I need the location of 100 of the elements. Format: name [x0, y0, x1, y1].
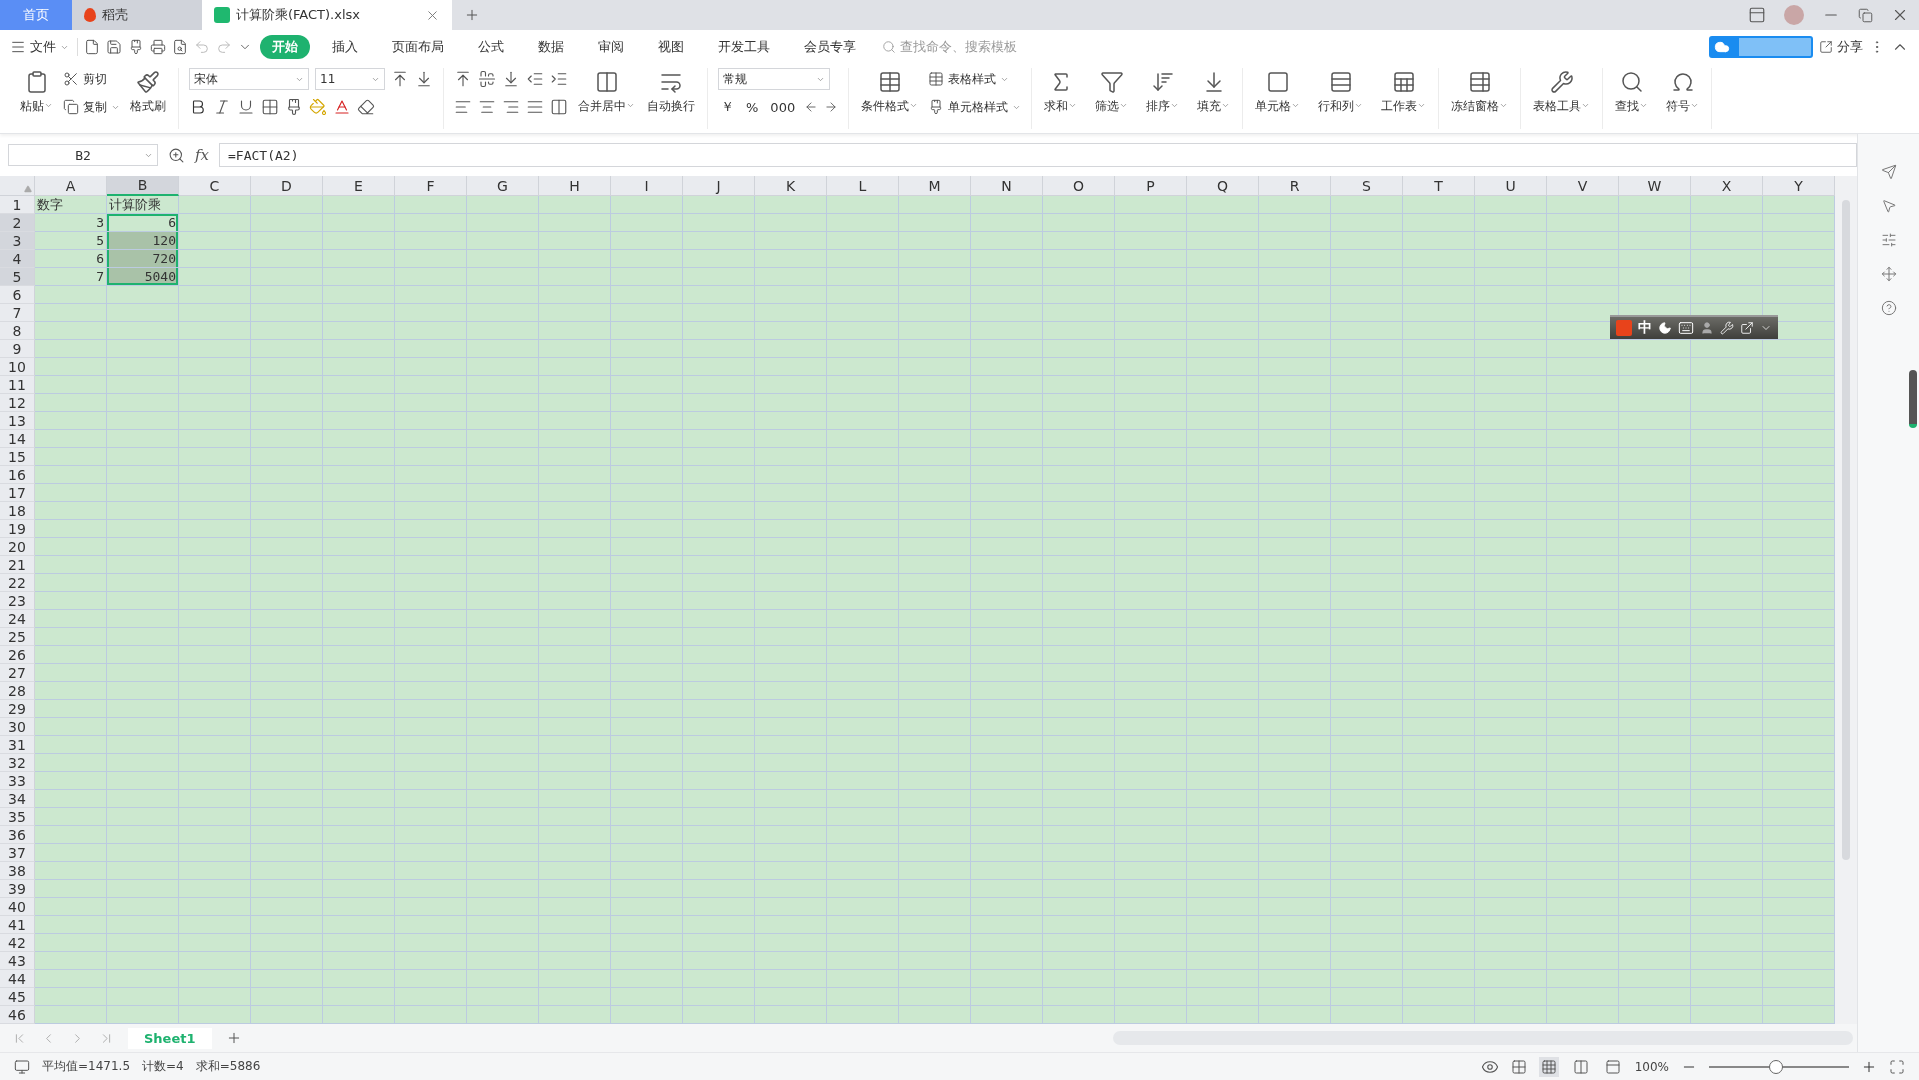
align-bottom-icon[interactable] — [502, 70, 520, 88]
column-header[interactable]: N — [971, 176, 1043, 196]
cut-button[interactable]: 剪切 — [63, 68, 120, 90]
move-icon[interactable] — [1880, 266, 1897, 282]
row-header[interactable]: 19 — [0, 520, 35, 538]
row-header[interactable]: 25 — [0, 628, 35, 646]
indent-icon[interactable] — [550, 70, 568, 88]
tool-button[interactable]: 排序 — [1144, 68, 1182, 117]
row-header[interactable]: 30 — [0, 718, 35, 736]
column-header[interactable]: F — [395, 176, 467, 196]
format-painter-button[interactable]: 格式刷 — [128, 68, 168, 117]
row-header[interactable]: 1 — [0, 196, 35, 214]
column-header[interactable]: Y — [1763, 176, 1835, 196]
menu-tab[interactable]: 开发工具 — [706, 35, 782, 59]
row-header[interactable]: 26 — [0, 646, 35, 664]
row-header[interactable]: 33 — [0, 772, 35, 790]
row-header[interactable]: 40 — [0, 898, 35, 916]
row-header[interactable]: 21 — [0, 556, 35, 574]
row-header[interactable]: 27 — [0, 664, 35, 682]
distribute-icon[interactable] — [550, 98, 568, 116]
align-left-icon[interactable] — [454, 98, 472, 116]
paste-button[interactable]: 粘贴 — [18, 68, 55, 117]
save-icon[interactable] — [106, 39, 122, 55]
row-header[interactable]: 38 — [0, 862, 35, 880]
number-format-select[interactable]: 常规 — [718, 68, 830, 90]
copy-button[interactable]: 复制 — [63, 96, 120, 118]
column-header[interactable]: J — [683, 176, 755, 196]
print-icon[interactable] — [150, 39, 166, 55]
row-header[interactable]: 24 — [0, 610, 35, 628]
help-icon[interactable] — [1880, 300, 1897, 316]
zoom-icon[interactable] — [168, 146, 185, 164]
menu-tab[interactable]: 公式 — [466, 35, 516, 59]
tool-button[interactable]: 冻结窗格 — [1449, 68, 1511, 117]
row-header[interactable]: 35 — [0, 808, 35, 826]
tool-button[interactable]: 工作表 — [1379, 68, 1429, 117]
font-color-icon[interactable] — [333, 98, 351, 116]
number-format-button[interactable]: % — [743, 99, 762, 115]
number-format-button[interactable]: ￥ — [718, 98, 737, 116]
tool-button[interactable]: 单元格 — [1253, 68, 1303, 117]
row-header[interactable]: 42 — [0, 934, 35, 952]
row-header[interactable]: 15 — [0, 448, 35, 466]
column-header[interactable]: H — [539, 176, 611, 196]
tool-button[interactable]: 求和 — [1042, 68, 1080, 117]
menu-tab[interactable]: 会员专享 — [792, 35, 868, 59]
row-header[interactable]: 22 — [0, 574, 35, 592]
macro-icon[interactable] — [14, 1058, 30, 1075]
print-preview-icon[interactable] — [172, 39, 188, 55]
column-header[interactable]: Q — [1187, 176, 1259, 196]
function-label[interactable]: fx — [195, 146, 209, 164]
tool-button[interactable]: 填充 — [1195, 68, 1233, 117]
row-header[interactable]: 39 — [0, 880, 35, 898]
column-header[interactable]: B — [107, 176, 179, 196]
column-header[interactable]: C — [179, 176, 251, 196]
name-box[interactable]: B2 — [8, 144, 158, 166]
document-tab[interactable]: 计算阶乘(FACT).xlsx — [202, 0, 452, 30]
restore-icon[interactable] — [1858, 7, 1873, 23]
table-style-button[interactable]: 表格样式 — [928, 68, 1022, 90]
left-arrow-icon[interactable] — [804, 100, 819, 114]
zoom-thumb[interactable] — [1769, 1059, 1784, 1074]
vertical-scrollbar[interactable] — [1835, 176, 1857, 1024]
share-button[interactable]: 分享 — [1819, 36, 1863, 58]
font-name-select[interactable]: 宋体 — [189, 68, 309, 90]
formula-field[interactable]: =FACT(A2) — [219, 143, 1857, 167]
column-header[interactable]: D — [251, 176, 323, 196]
tool-button[interactable]: 行和列 — [1316, 68, 1366, 117]
row-header[interactable]: 2 — [0, 214, 35, 232]
new-file-icon[interactable] — [84, 39, 100, 55]
row-header[interactable]: 23 — [0, 592, 35, 610]
row-header[interactable]: 7 — [0, 304, 35, 322]
column-header[interactable]: U — [1475, 176, 1547, 196]
brush-icon[interactable] — [128, 39, 144, 55]
column-header[interactable]: T — [1403, 176, 1475, 196]
column-header[interactable]: S — [1331, 176, 1403, 196]
row-header[interactable]: 43 — [0, 952, 35, 970]
italic-icon[interactable] — [213, 98, 231, 116]
column-header[interactable]: I — [611, 176, 683, 196]
row-header[interactable]: 28 — [0, 682, 35, 700]
align-center-icon[interactable] — [478, 98, 496, 116]
upload-badge[interactable] — [1709, 36, 1813, 58]
ime-toolbar[interactable]: 中 — [1610, 315, 1778, 339]
send-icon[interactable] — [1880, 164, 1897, 180]
conditional-format-button[interactable]: 条件格式 — [859, 68, 921, 117]
number-format-button[interactable]: 000 — [767, 99, 799, 115]
row-header[interactable]: 11 — [0, 376, 35, 394]
tool-button[interactable]: 符号 — [1664, 68, 1702, 117]
column-header[interactable]: X — [1691, 176, 1763, 196]
row-header[interactable]: 18 — [0, 502, 35, 520]
menu-tab[interactable]: 审阅 — [586, 35, 636, 59]
row-header[interactable]: 8 — [0, 322, 35, 340]
column-header[interactable]: R — [1259, 176, 1331, 196]
row-header[interactable]: 45 — [0, 988, 35, 1006]
right-arrow-icon[interactable] — [824, 100, 839, 114]
column-header[interactable]: E — [323, 176, 395, 196]
row-header[interactable]: 36 — [0, 826, 35, 844]
cell-style-button[interactable]: 单元格样式 — [928, 96, 1022, 118]
row-header[interactable]: 5 — [0, 268, 35, 286]
column-header[interactable]: G — [467, 176, 539, 196]
menu-tab[interactable]: 页面布局 — [380, 35, 456, 59]
column-header[interactable]: W — [1619, 176, 1691, 196]
column-header[interactable]: M — [899, 176, 971, 196]
